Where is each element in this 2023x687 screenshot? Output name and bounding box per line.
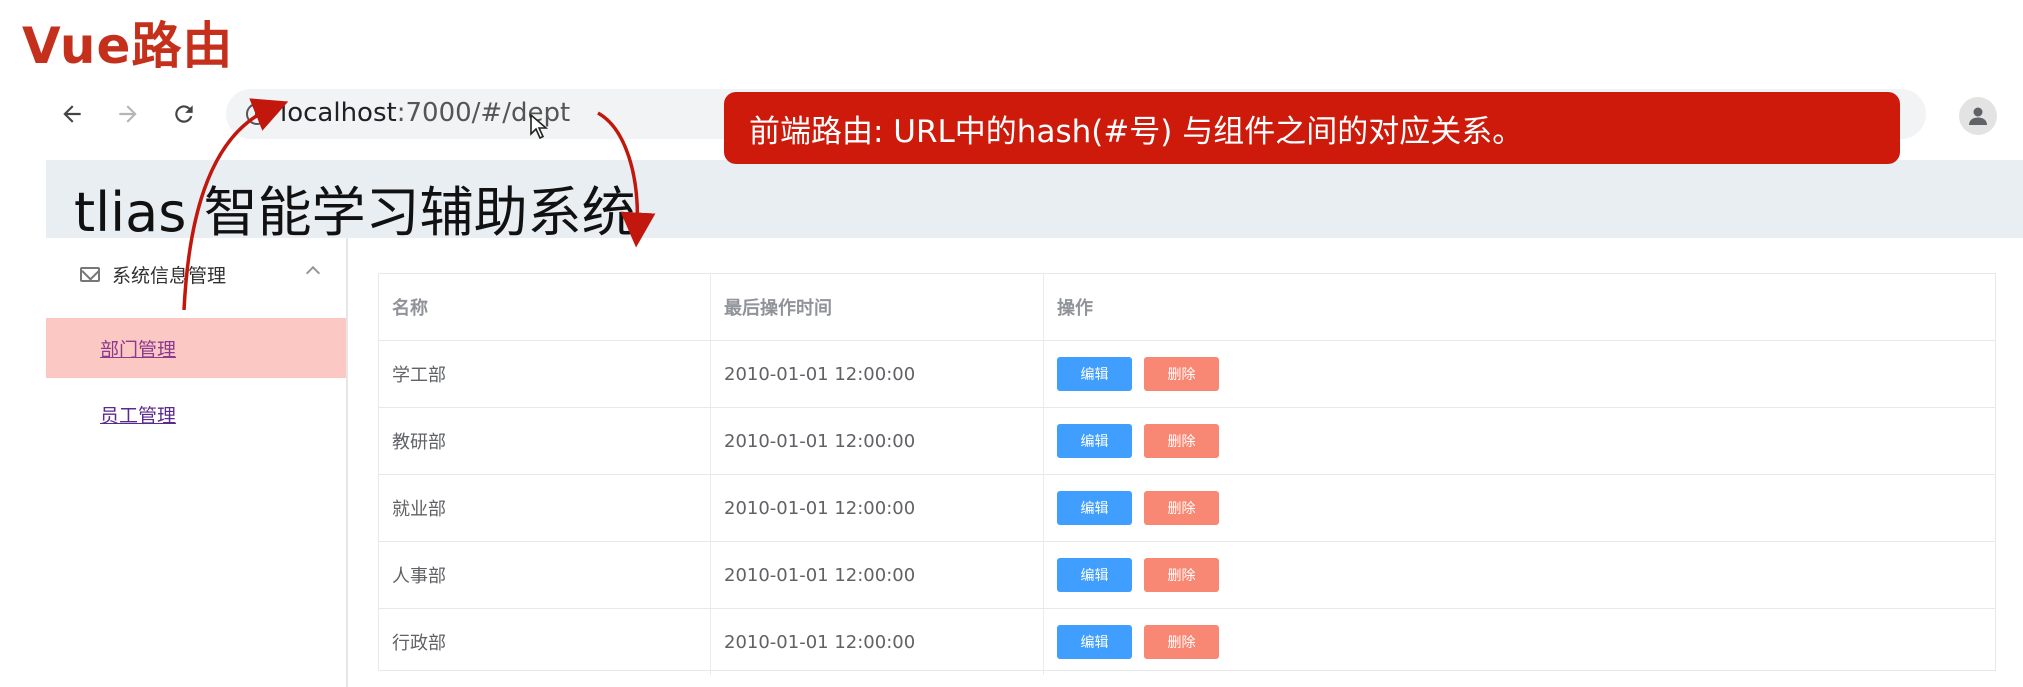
url-text[interactable]: localhost:7000/#/dept [280, 98, 570, 128]
sidebar-item-label[interactable]: 部门管理 [100, 335, 176, 362]
envelope-icon [80, 266, 100, 282]
table-row: 人事部 2010-01-01 12:00:00 编辑 删除 [379, 542, 1995, 609]
edit-button[interactable]: 编辑 [1057, 424, 1132, 458]
sidebar-item-label[interactable]: 员工管理 [100, 401, 176, 428]
table-row: 学工部 2010-01-01 12:00:00 编辑 删除 [379, 341, 1995, 408]
cell-name: 人事部 [379, 542, 711, 608]
table-row: 教研部 2010-01-01 12:00:00 编辑 删除 [379, 408, 1995, 475]
table-row: 行政部 2010-01-01 12:00:00 编辑 删除 [379, 609, 1995, 676]
cell-name: 学工部 [379, 341, 711, 407]
back-arrow-icon [63, 105, 81, 123]
mouse-cursor-icon [530, 114, 549, 140]
cell-time: 2010-01-01 12:00:00 [711, 408, 1044, 474]
site-info-icon[interactable] [246, 103, 268, 125]
cell-name: 教研部 [379, 408, 711, 474]
cell-time: 2010-01-01 12:00:00 [711, 609, 1044, 675]
cell-time: 2010-01-01 12:00:00 [711, 542, 1044, 608]
edit-button[interactable]: 编辑 [1057, 357, 1132, 391]
sidebar-group-label: 系统信息管理 [112, 264, 227, 287]
cell-actions: 编辑 删除 [1044, 542, 1995, 608]
reload-icon [175, 105, 193, 123]
column-header-time: 最后操作时间 [711, 274, 1044, 340]
edit-button[interactable]: 编辑 [1057, 625, 1132, 659]
person-icon [1969, 107, 1987, 125]
url-host: localhost [280, 98, 397, 128]
annotation-callout: 前端路由: URL中的hash(#号) 与组件之间的对应关系。 [724, 92, 1900, 164]
slide-title: Vue路由 [22, 17, 234, 75]
forward-arrow-icon [119, 105, 137, 123]
cell-time: 2010-01-01 12:00:00 [711, 475, 1044, 541]
column-header-name: 名称 [379, 274, 711, 340]
dept-table: 名称 最后操作时间 操作 学工部 2010-01-01 12:00:00 编辑 … [378, 273, 1996, 675]
delete-button[interactable]: 删除 [1144, 357, 1219, 391]
table-row: 就业部 2010-01-01 12:00:00 编辑 删除 [379, 475, 1995, 542]
delete-button[interactable]: 删除 [1144, 424, 1219, 458]
chevron-up-icon [305, 265, 321, 281]
table-header-row: 名称 最后操作时间 操作 [379, 274, 1995, 341]
delete-button[interactable]: 删除 [1144, 625, 1219, 659]
app-header: tlias 智能学习辅助系统 [46, 160, 2023, 244]
cell-actions: 编辑 删除 [1044, 609, 1995, 675]
cell-actions: 编辑 删除 [1044, 341, 1995, 407]
reload-button[interactable] [164, 94, 204, 134]
column-header-actions: 操作 [1057, 298, 1093, 319]
delete-button[interactable]: 删除 [1144, 491, 1219, 525]
edit-button[interactable]: 编辑 [1057, 558, 1132, 592]
cell-time: 2010-01-01 12:00:00 [711, 341, 1044, 407]
sidebar-item-dept[interactable]: 部门管理 [46, 318, 346, 378]
cell-actions: 编辑 删除 [1044, 408, 1995, 474]
back-button[interactable] [52, 94, 92, 134]
cell-name: 就业部 [379, 475, 711, 541]
cell-name: 行政部 [379, 609, 711, 675]
slide: Vue路由 localhost:7000/#/dept tlias 智能学习辅助… [0, 0, 2023, 687]
profile-avatar-icon[interactable] [1959, 97, 1997, 135]
app-title: tlias 智能学习辅助系统 [74, 181, 636, 244]
delete-button[interactable]: 删除 [1144, 558, 1219, 592]
cell-actions: 编辑 删除 [1044, 475, 1995, 541]
sidebar-group-system-info[interactable]: 系统信息管理 [46, 246, 346, 302]
sidebar-item-emp[interactable]: 员工管理 [46, 384, 346, 444]
forward-button[interactable] [108, 94, 148, 134]
sidebar: 系统信息管理 部门管理 员工管理 [46, 238, 348, 687]
edit-button[interactable]: 编辑 [1057, 491, 1132, 525]
